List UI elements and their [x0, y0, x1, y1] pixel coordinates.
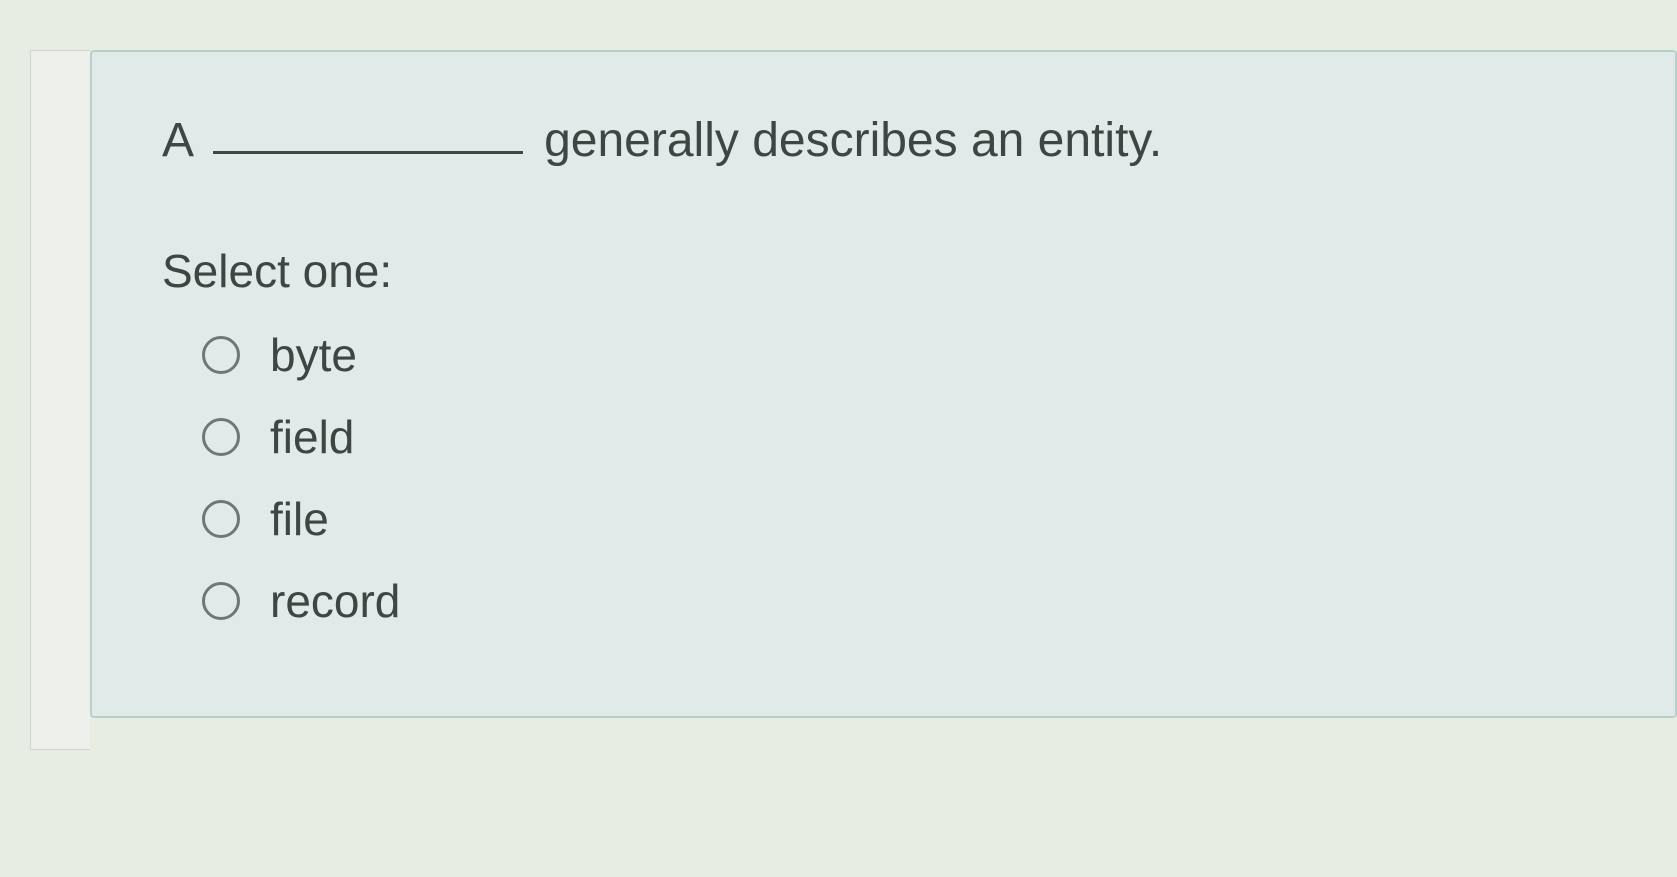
- radio-icon[interactable]: [202, 418, 240, 456]
- question-suffix: generally describes an entity.: [544, 114, 1162, 167]
- radio-icon[interactable]: [202, 582, 240, 620]
- question-box: A generally describes an entity. Select …: [90, 50, 1677, 718]
- option-label: byte: [270, 328, 357, 382]
- option-label: record: [270, 574, 400, 628]
- option-byte[interactable]: byte: [202, 328, 1615, 382]
- option-field[interactable]: field: [202, 410, 1615, 464]
- radio-icon[interactable]: [202, 336, 240, 374]
- option-record[interactable]: record: [202, 574, 1615, 628]
- question-text: A generally describes an entity.: [162, 107, 1615, 174]
- options-list: byte field file record: [162, 328, 1615, 628]
- side-panel: [30, 50, 90, 750]
- radio-icon[interactable]: [202, 500, 240, 538]
- select-prompt: Select one:: [162, 244, 1615, 298]
- option-label: file: [270, 492, 329, 546]
- option-file[interactable]: file: [202, 492, 1615, 546]
- option-label: field: [270, 410, 354, 464]
- question-blank: [213, 151, 523, 154]
- question-prefix: A: [162, 114, 191, 167]
